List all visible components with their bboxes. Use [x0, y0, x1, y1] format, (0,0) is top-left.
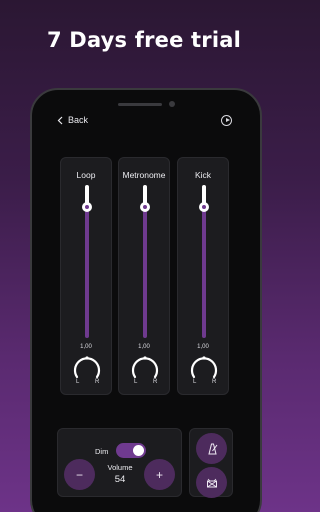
- chevron-left-icon: [57, 116, 63, 124]
- pan-value: 1,00: [138, 344, 150, 350]
- pan-knob[interactable]: [188, 352, 220, 380]
- pan-right-label: R: [153, 379, 158, 385]
- channel-name: Metronome: [122, 170, 166, 180]
- drum-button[interactable]: [196, 467, 227, 498]
- channel-strip-loop: Loop 1,00 L R: [60, 157, 112, 395]
- pan-knob[interactable]: [129, 352, 161, 380]
- volume-slider-fill: [143, 207, 147, 338]
- play-circle-icon[interactable]: [221, 115, 232, 126]
- pan-knob[interactable]: [71, 352, 103, 380]
- tools-panel: [189, 428, 233, 498]
- volume-slider-thumb[interactable]: [199, 202, 209, 212]
- channel-name: Kick: [194, 170, 212, 180]
- metronome-icon: [207, 443, 217, 454]
- volume-slider-thumb[interactable]: [82, 202, 92, 212]
- pan-left-label: L: [76, 379, 80, 385]
- pan-right-label: R: [212, 379, 217, 385]
- dim-toggle[interactable]: [116, 443, 146, 458]
- promo-title: 7 Days free trial: [46, 28, 242, 52]
- back-label: Back: [68, 115, 89, 125]
- drum-icon: [206, 478, 217, 487]
- volume-value: 54: [114, 474, 126, 485]
- volume-increase-button[interactable]: +: [144, 459, 175, 490]
- phone-camera: [169, 101, 175, 107]
- pan-left-label: L: [134, 379, 138, 385]
- pan-value: 1,00: [197, 344, 209, 350]
- volume-label: Volume: [107, 463, 133, 472]
- dim-label: Dim: [95, 447, 109, 456]
- channel-strip-metronome: Metronome 1,00 L R: [118, 157, 170, 395]
- back-button[interactable]: Back: [57, 115, 88, 125]
- pan-value: 1,00: [80, 344, 92, 350]
- master-volume-panel: Dim − Volume 54 +: [57, 428, 182, 497]
- volume-slider-thumb[interactable]: [140, 202, 150, 212]
- metronome-button[interactable]: [196, 433, 227, 464]
- pan-left-label: L: [193, 379, 197, 385]
- volume-slider-fill: [202, 207, 206, 338]
- pan-right-label: R: [95, 379, 100, 385]
- channel-strip-kick: Kick 1,00 L R: [177, 157, 229, 395]
- volume-decrease-button[interactable]: −: [64, 459, 95, 490]
- channel-name: Loop: [76, 170, 96, 180]
- phone-frame: Back Loop 1,00 L R Metronome 1,00 L R Ki…: [30, 88, 262, 512]
- volume-slider-fill: [85, 207, 89, 338]
- phone-speaker: [118, 103, 162, 106]
